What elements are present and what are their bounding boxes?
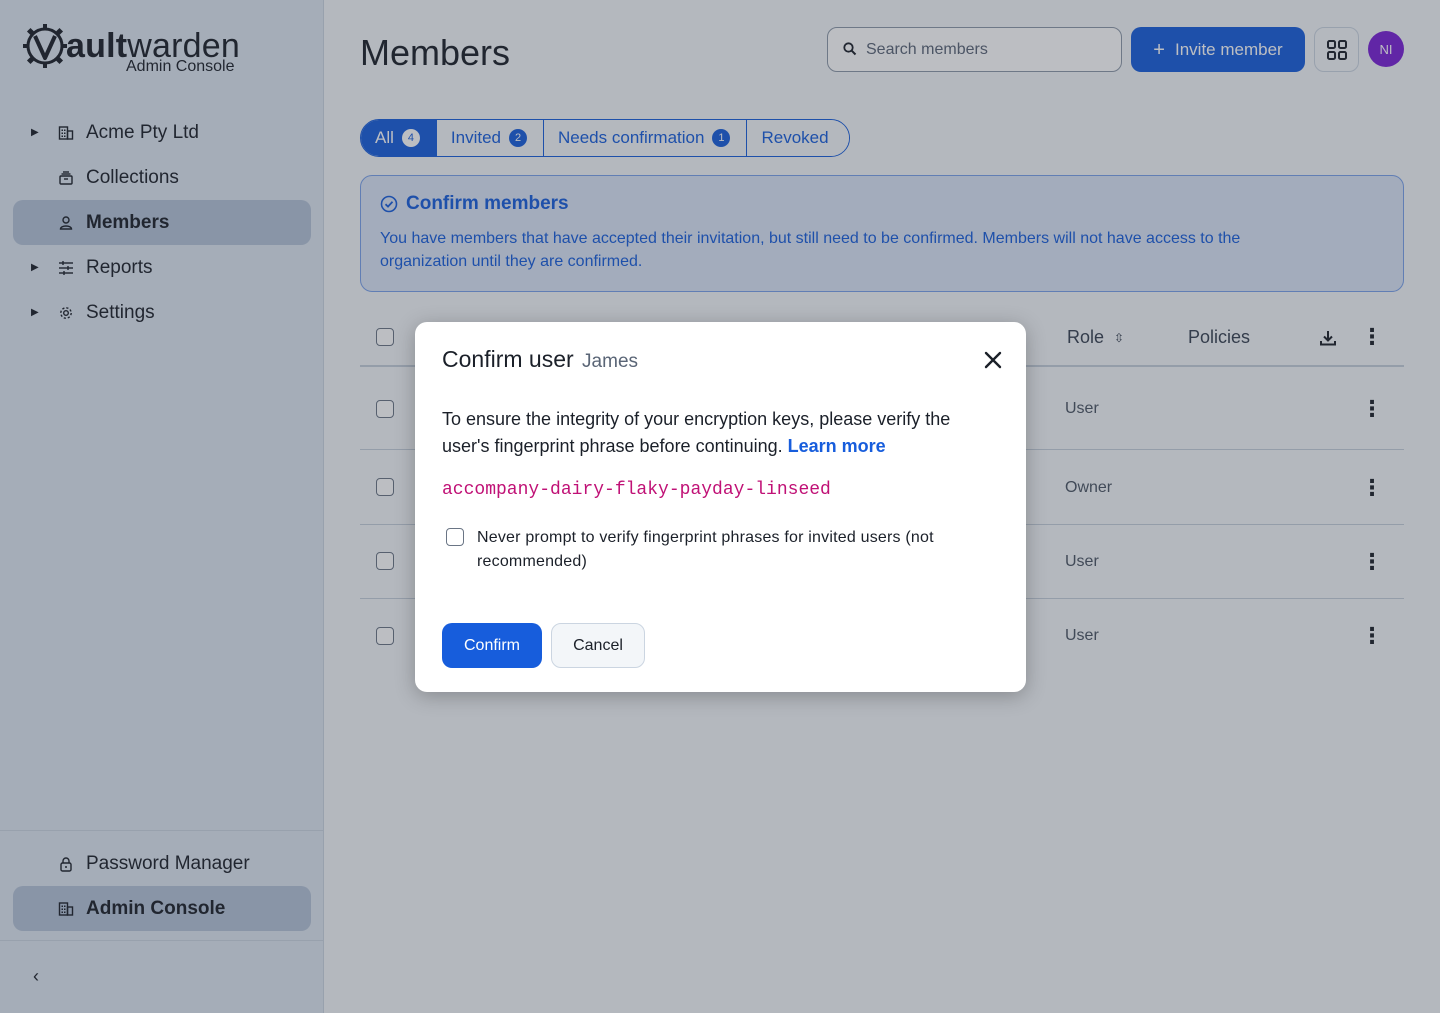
- never-prompt-checkbox-label[interactable]: Never prompt to verify fingerprint phras…: [477, 526, 997, 574]
- learn-more-link[interactable]: Learn more: [788, 436, 886, 456]
- fingerprint-phrase: accompany-dairy-flaky-payday-linseed: [442, 480, 831, 500]
- confirm-user-dialog: Confirm user James To ensure the integri…: [415, 322, 1026, 692]
- never-prompt-checkbox[interactable]: [446, 528, 464, 546]
- confirm-button[interactable]: Confirm: [442, 623, 542, 668]
- dialog-title-text: Confirm user: [442, 346, 574, 372]
- close-icon[interactable]: [981, 348, 1005, 372]
- dialog-subtitle-user: James: [582, 351, 639, 372]
- cancel-button[interactable]: Cancel: [551, 623, 645, 668]
- dialog-title: Confirm user James: [442, 346, 638, 373]
- dialog-body: To ensure the integrity of your encrypti…: [442, 406, 987, 460]
